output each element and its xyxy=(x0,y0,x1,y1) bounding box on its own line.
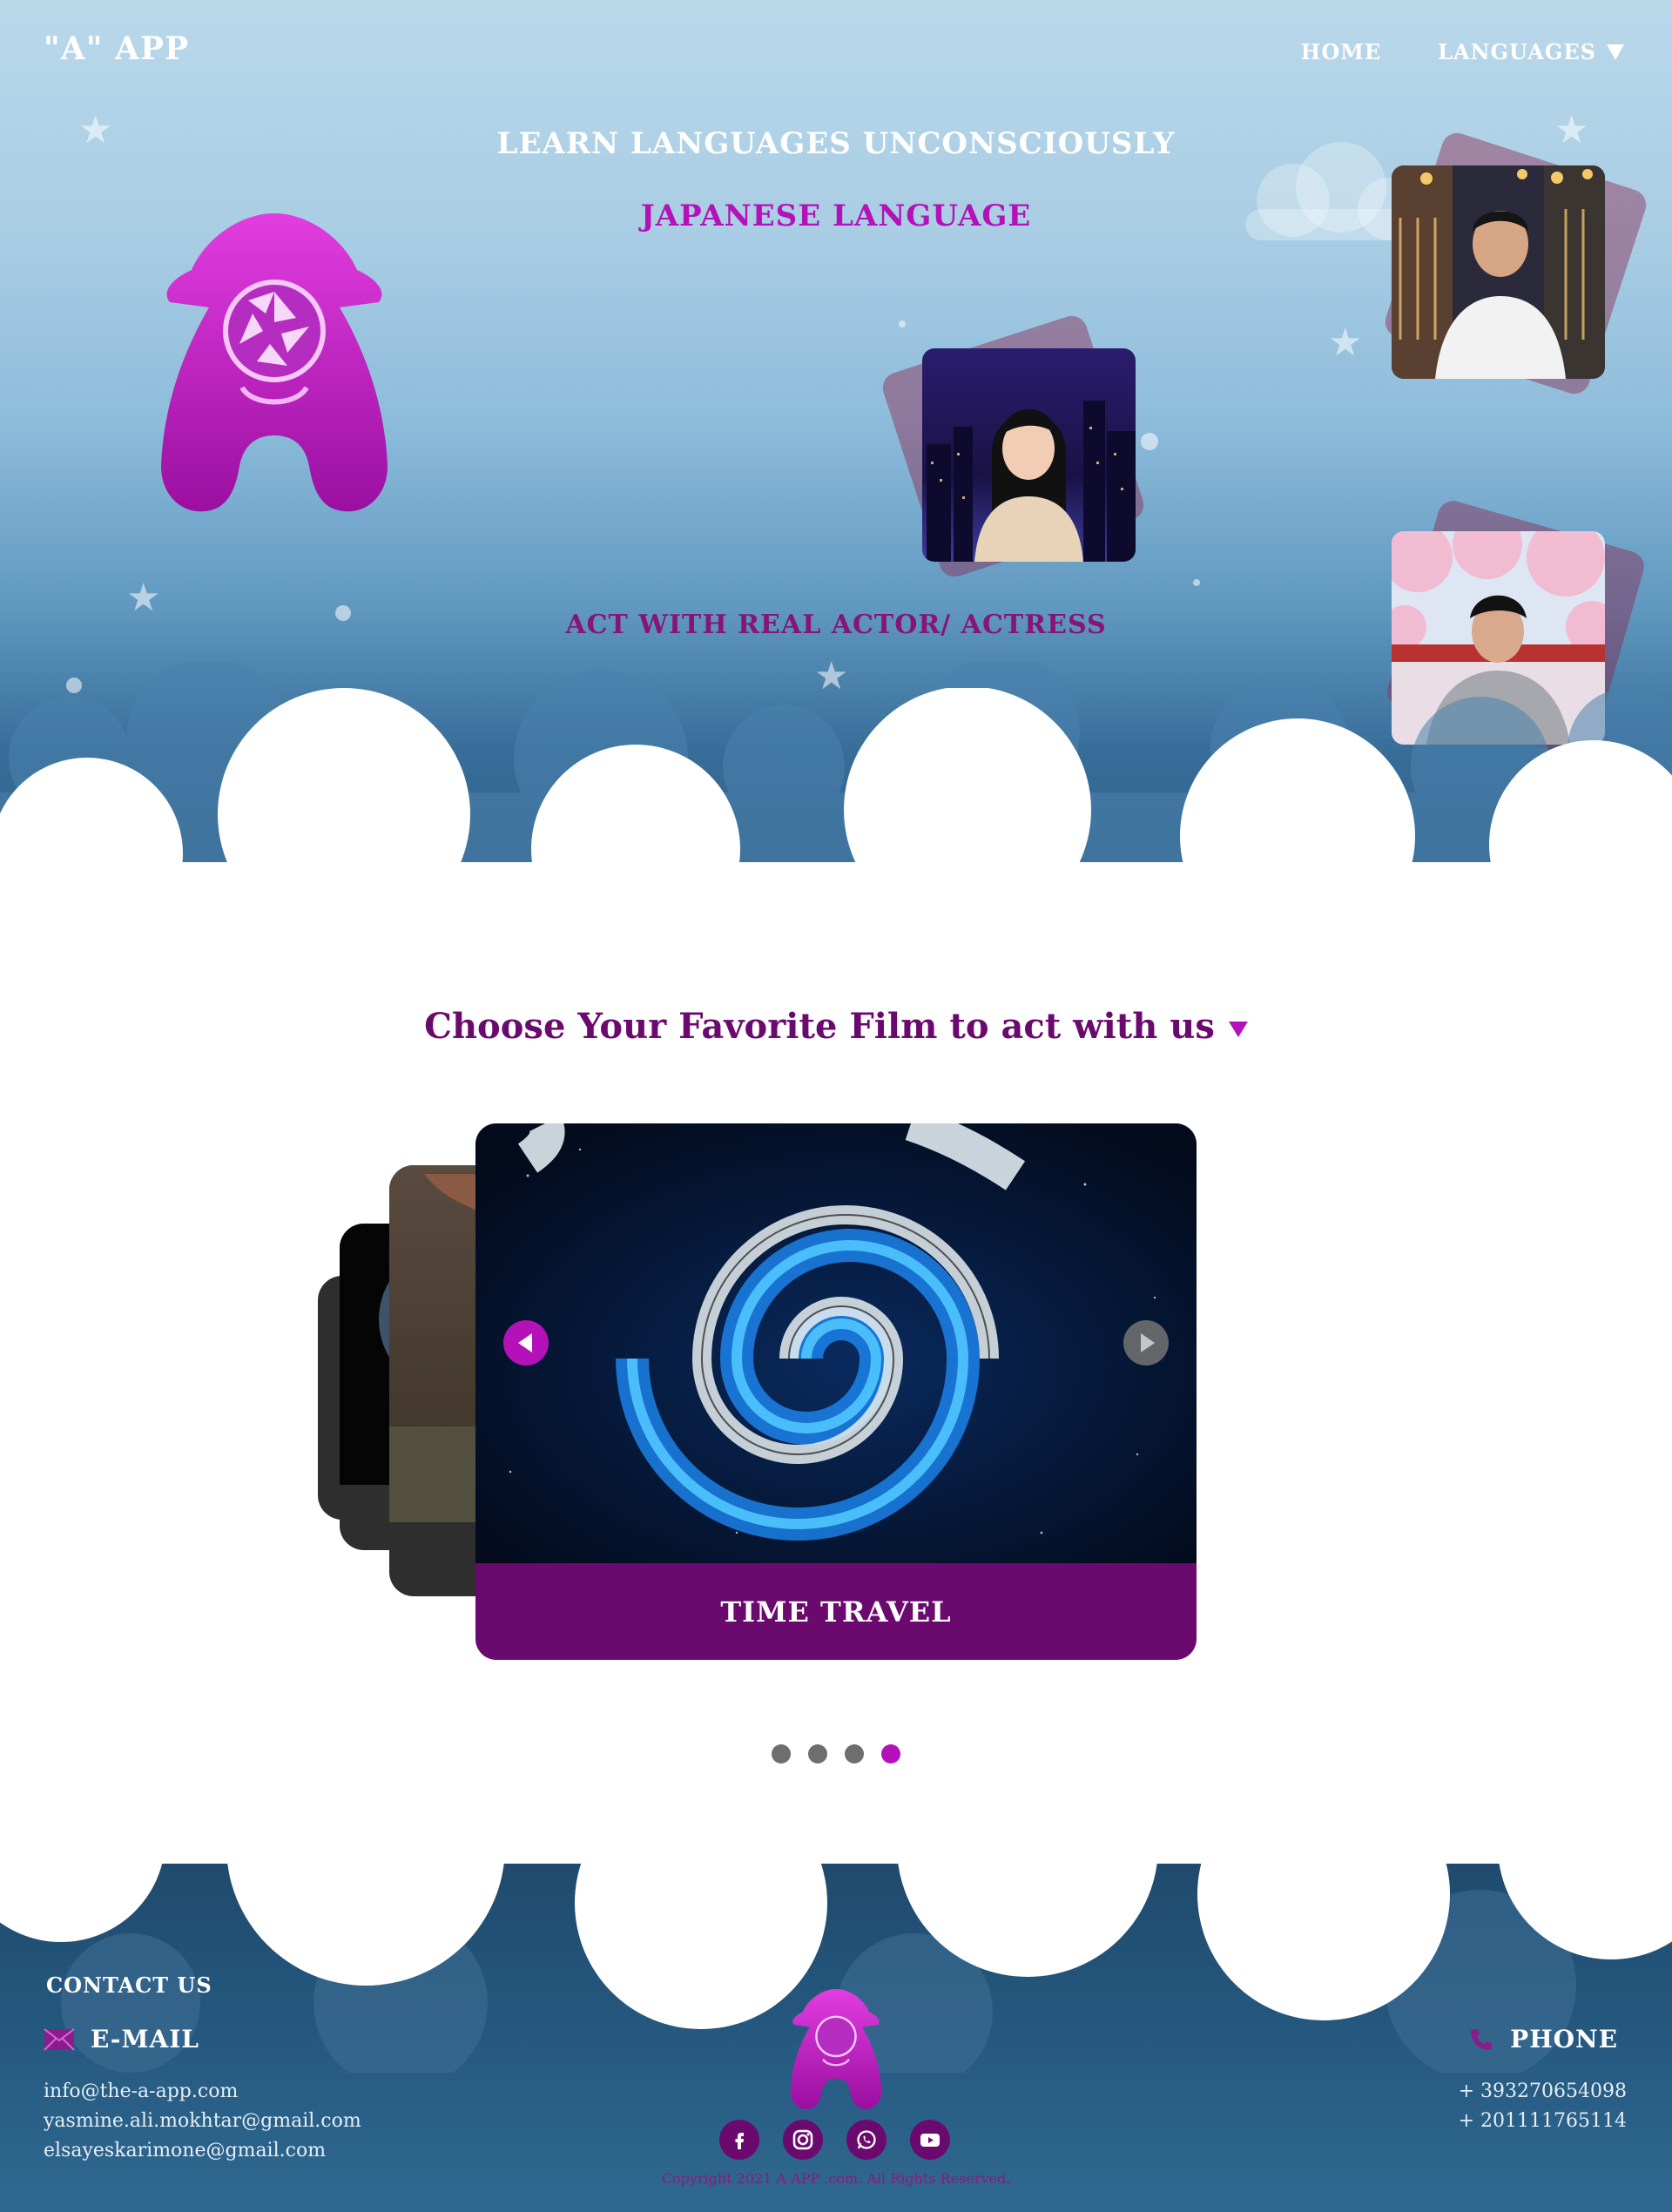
hero-section: ★ ★ ★ ★ ★ "A" APP HOME LANGUAGES LEARN L… xyxy=(0,0,1672,941)
caret-down-icon xyxy=(1607,44,1624,60)
copyright-text: Copyright 2021 A APP .com. All Rights Re… xyxy=(661,2170,1011,2187)
envelope-icon xyxy=(44,2027,75,2051)
carousel-dot-3[interactable] xyxy=(845,1744,864,1764)
films-section-title: Choose Your Favorite Film to act with us xyxy=(0,1006,1672,1047)
nav-home[interactable]: HOME xyxy=(1301,39,1381,64)
chevron-left-icon xyxy=(518,1333,532,1352)
email-list: info@the-a-app.com yasmine.ali.mokhtar@g… xyxy=(44,2077,361,2166)
phone-number[interactable]: + 201111765114 xyxy=(1459,2107,1627,2136)
carousel-dot-2[interactable] xyxy=(808,1744,827,1764)
email-link[interactable]: yasmine.ali.mokhtar@gmail.com xyxy=(44,2107,361,2136)
nav-languages-dropdown[interactable]: LANGUAGES xyxy=(1438,39,1624,64)
email-heading: E-MAIL xyxy=(44,2025,199,2054)
whatsapp-icon[interactable] xyxy=(846,2120,887,2160)
nav-home-label: HOME xyxy=(1300,39,1382,64)
carousel-pagination xyxy=(0,1744,1672,1764)
actor-photo-1 xyxy=(1392,165,1605,379)
decor-dot xyxy=(899,320,906,327)
phone-label: PHONE xyxy=(1510,2025,1618,2054)
chevron-right-icon xyxy=(1141,1333,1155,1352)
phone-number[interactable]: + 393270654098 xyxy=(1459,2077,1627,2107)
facebook-icon[interactable] xyxy=(719,2120,759,2160)
footer-app-logo-icon xyxy=(790,1989,882,2109)
phone-icon xyxy=(1471,2028,1493,2050)
social-links xyxy=(719,2120,950,2160)
email-link[interactable]: info@the-a-app.com xyxy=(44,2077,361,2107)
carousel-dot-4-active[interactable] xyxy=(881,1744,900,1764)
main-nav: HOME LANGUAGES xyxy=(1301,39,1624,64)
caret-down-icon[interactable] xyxy=(1228,1022,1248,1037)
actress-card[interactable] xyxy=(879,312,1148,581)
phone-heading: PHONE xyxy=(1468,2025,1618,2054)
phone-list: + 393270654098 + 201111765114 xyxy=(1459,2077,1627,2136)
contact-us-title: CONTACT US xyxy=(46,1973,212,1998)
app-logo-icon xyxy=(161,213,388,512)
brand-logo-text[interactable]: "A" APP xyxy=(44,30,189,67)
time-travel-thumbnail xyxy=(475,1123,1197,1563)
actor-card-1[interactable] xyxy=(1381,129,1650,398)
email-label: E-MAIL xyxy=(91,2025,199,2054)
instagram-icon[interactable] xyxy=(783,2120,823,2160)
carousel-prev-button[interactable] xyxy=(503,1320,549,1366)
decor-dot xyxy=(1193,579,1200,586)
carousel-dot-1[interactable] xyxy=(772,1744,791,1764)
films-title-text: Choose Your Favorite Film to act with us xyxy=(424,1006,1215,1047)
actress-photo xyxy=(922,348,1136,562)
decor-dot xyxy=(1141,433,1158,450)
cloud-layer-front xyxy=(0,688,1672,941)
film-carousel-slide[interactable]: TIME TRAVEL xyxy=(475,1123,1197,1660)
youtube-icon[interactable] xyxy=(910,2120,950,2160)
carousel-next-button[interactable] xyxy=(1123,1320,1169,1366)
film-caption: TIME TRAVEL xyxy=(720,1595,952,1629)
hero-tagline: LEARN LANGUAGES UNCONSCIOUSLY xyxy=(496,126,1176,161)
nav-languages-label: LANGUAGES xyxy=(1438,39,1596,64)
star-icon: ★ xyxy=(1328,320,1363,365)
email-link[interactable]: elsayeskarimone@gmail.com xyxy=(44,2136,361,2166)
